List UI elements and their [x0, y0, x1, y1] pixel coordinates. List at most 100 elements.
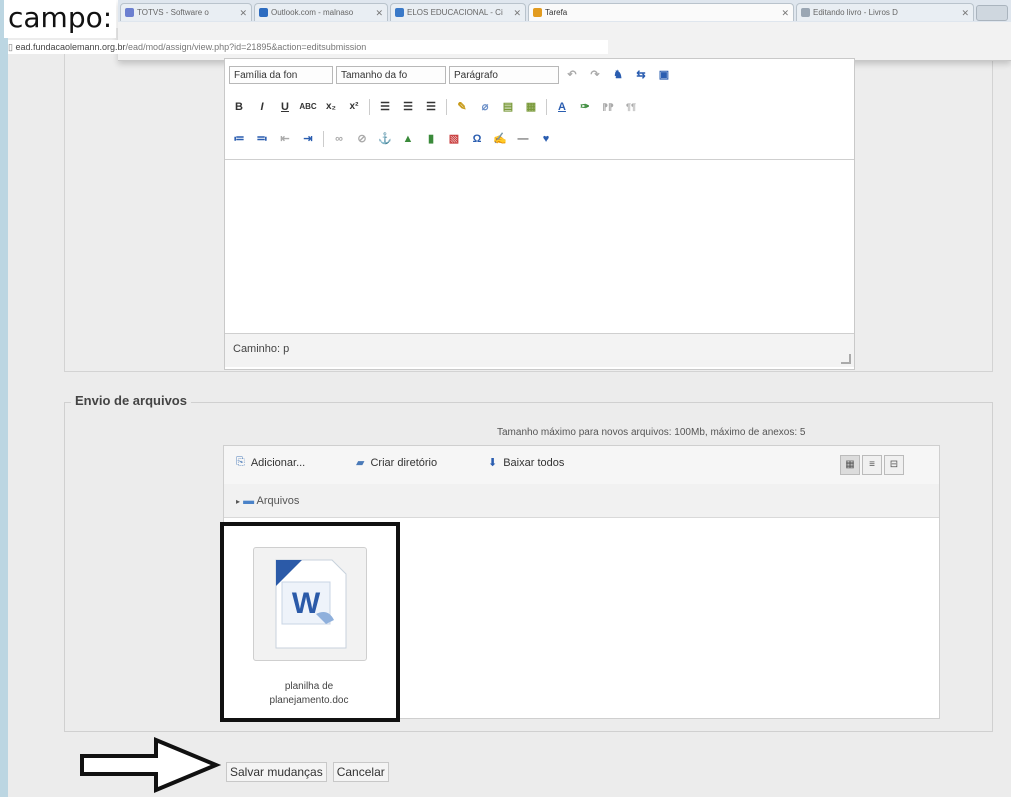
- pointer-arrow-icon: [80, 737, 222, 793]
- subscript-icon[interactable]: x₂: [321, 98, 341, 116]
- paragraph-format-select[interactable]: Parágrafo: [449, 66, 559, 84]
- media-icon[interactable]: ▧: [444, 130, 464, 148]
- bookmark-icon[interactable]: ▮: [421, 130, 441, 148]
- rtl-icon[interactable]: ¶¶: [621, 98, 641, 116]
- horizontal-rule-icon[interactable]: —: [513, 130, 533, 148]
- indent-icon[interactable]: ⇥: [298, 130, 318, 148]
- edit-html-icon[interactable]: ✍: [490, 130, 510, 148]
- save-changes-button[interactable]: Salvar mudanças: [226, 762, 327, 782]
- browser-tab[interactable]: TOTVS - Software o ✕: [120, 3, 252, 21]
- tab-strip: TOTVS - Software o ✕ Outlook.com - malna…: [118, 0, 1011, 22]
- undo-icon[interactable]: ↶: [562, 66, 582, 84]
- create-folder-button[interactable]: ▰ Criar diretório: [356, 456, 438, 470]
- tab-label: Tarefa: [545, 8, 568, 17]
- browser-tab-active[interactable]: Tarefa ✕: [528, 3, 794, 21]
- download-all-label: Baixar todos: [503, 456, 565, 469]
- path-label: Caminho: p: [233, 343, 290, 355]
- file-manager-toolbar: ⎘ Adicionar... ▰ Criar diretório ⬇ Baixa…: [224, 446, 939, 485]
- add-file-button[interactable]: ⎘ Adicionar...: [236, 456, 305, 469]
- paste-text-icon[interactable]: ▤: [498, 98, 518, 116]
- paste-word-icon[interactable]: ▦: [521, 98, 541, 116]
- eraser-icon[interactable]: ⌀: [475, 98, 495, 116]
- cancel-button[interactable]: Cancelar: [332, 762, 389, 782]
- background-color-icon[interactable]: ✑: [575, 98, 595, 116]
- add-file-icon: ⎘: [236, 456, 245, 468]
- toolbar-separator: [446, 99, 447, 115]
- strikethrough-icon[interactable]: ABC: [298, 98, 318, 116]
- tab-favicon-icon: [533, 8, 542, 17]
- fullscreen-icon[interactable]: ▣: [654, 66, 674, 84]
- underline-icon[interactable]: U: [275, 98, 295, 116]
- align-left-icon[interactable]: ☰: [375, 98, 395, 116]
- bold-icon[interactable]: B: [229, 98, 249, 116]
- tab-label: TOTVS - Software o: [137, 8, 209, 17]
- resize-handle-icon[interactable]: [841, 354, 851, 364]
- browser-tab[interactable]: Outlook.com - malnaso ✕: [254, 3, 388, 21]
- breadcrumb-arrow-icon: ▸: [236, 497, 241, 506]
- url-host: ead.fundacaolemann.org.br: [15, 42, 126, 52]
- clean-code-icon[interactable]: ✎: [452, 98, 472, 116]
- view-icons-button[interactable]: ▦: [840, 455, 860, 475]
- redo-icon[interactable]: ↷: [585, 66, 605, 84]
- page-left-edge: [0, 0, 8, 797]
- browser-tab[interactable]: ELOS EDUCACIONAL - Ci ✕: [390, 3, 526, 21]
- folder-breadcrumb: ▸ ▬ Arquivos: [224, 484, 939, 518]
- browser-window: TOTVS - Software o ✕ Outlook.com - malna…: [8, 0, 1011, 61]
- tab-favicon-icon: [395, 8, 404, 17]
- toolbar-separator: [546, 99, 547, 115]
- tab-close-icon[interactable]: ✕: [781, 4, 789, 21]
- link-icon[interactable]: ∞: [329, 130, 349, 148]
- file-submission-legend: Envio de arquivos: [71, 393, 191, 408]
- replace-icon[interactable]: ⇆: [631, 66, 651, 84]
- create-folder-label: Criar diretório: [370, 456, 438, 469]
- max-size-note: Tamanho máximo para novos arquivos: 100M…: [497, 427, 806, 438]
- anchor-icon[interactable]: ⚓: [375, 130, 395, 148]
- folder-plus-icon: ▰: [356, 457, 365, 469]
- highlight-box: [220, 522, 400, 722]
- italic-icon[interactable]: I: [252, 98, 272, 116]
- view-tree-button[interactable]: ⊟: [884, 455, 904, 475]
- spellcheck-icon[interactable]: ♥: [536, 130, 556, 148]
- tab-label: Editando livro - Livros D: [813, 8, 898, 17]
- tab-favicon-icon: [125, 8, 134, 17]
- align-right-icon[interactable]: ☰: [421, 98, 441, 116]
- tab-close-icon[interactable]: ✕: [239, 4, 247, 21]
- text-input-area[interactable]: [225, 159, 854, 334]
- tab-close-icon[interactable]: ✕: [513, 4, 521, 21]
- new-tab-button[interactable]: [976, 5, 1008, 21]
- font-size-select[interactable]: Tamanho da fo: [336, 66, 446, 84]
- folder-label[interactable]: Arquivos: [257, 495, 300, 507]
- bullet-list-icon[interactable]: ≔: [229, 130, 249, 148]
- download-all-button[interactable]: ⬇ Baixar todos: [488, 456, 565, 470]
- tab-favicon-icon: [801, 8, 810, 17]
- caption-heading: campo:: [4, 0, 117, 38]
- editor-toolbar-row-3: ≔ ≕ ⇤ ⇥ ∞ ⊘ ⚓ ▲ ▮ ▧ Ω ✍ — ♥: [229, 127, 556, 151]
- image-icon[interactable]: ▲: [398, 130, 418, 148]
- find-icon[interactable]: ♞: [608, 66, 628, 84]
- form-actions: Salvar mudanças Cancelar: [226, 762, 389, 782]
- address-bar[interactable]: ▯ ead.fundacaolemann.org.br/ead/mod/assi…: [8, 40, 608, 54]
- numbered-list-icon[interactable]: ≕: [252, 130, 272, 148]
- toolbar-separator: [323, 131, 324, 147]
- font-family-select[interactable]: Família da fon: [229, 66, 333, 84]
- tab-label: ELOS EDUCACIONAL - Ci: [407, 8, 503, 17]
- outdent-icon[interactable]: ⇤: [275, 130, 295, 148]
- editor-toolbar-row-2: B I U ABC x₂ x² ☰ ☰ ☰ ✎ ⌀ ▤ ▦ A ✑ ⁋⁋ ¶¶: [229, 95, 641, 119]
- view-list-button[interactable]: ≡: [862, 455, 882, 475]
- ltr-icon[interactable]: ⁋⁋: [598, 98, 618, 116]
- tab-close-icon[interactable]: ✕: [375, 4, 383, 21]
- url-path: /ead/mod/assign/view.php?id=21895&action…: [125, 42, 367, 52]
- special-char-icon[interactable]: Ω: [467, 130, 487, 148]
- browser-tab[interactable]: Editando livro - Livros D ✕: [796, 3, 974, 21]
- download-icon: ⬇: [488, 457, 498, 469]
- toolbar-separator: [369, 99, 370, 115]
- tab-close-icon[interactable]: ✕: [961, 4, 969, 21]
- folder-icon: ▬: [243, 495, 255, 507]
- editor-path-bar: Caminho: p: [225, 333, 854, 367]
- text-color-icon[interactable]: A: [552, 98, 572, 116]
- add-file-label: Adicionar...: [250, 456, 306, 469]
- unlink-icon[interactable]: ⊘: [352, 130, 372, 148]
- editor-toolbar-row-1: Família da fon Tamanho da fo Parágrafo ↶…: [229, 63, 674, 87]
- align-center-icon[interactable]: ☰: [398, 98, 418, 116]
- superscript-icon[interactable]: x²: [344, 98, 364, 116]
